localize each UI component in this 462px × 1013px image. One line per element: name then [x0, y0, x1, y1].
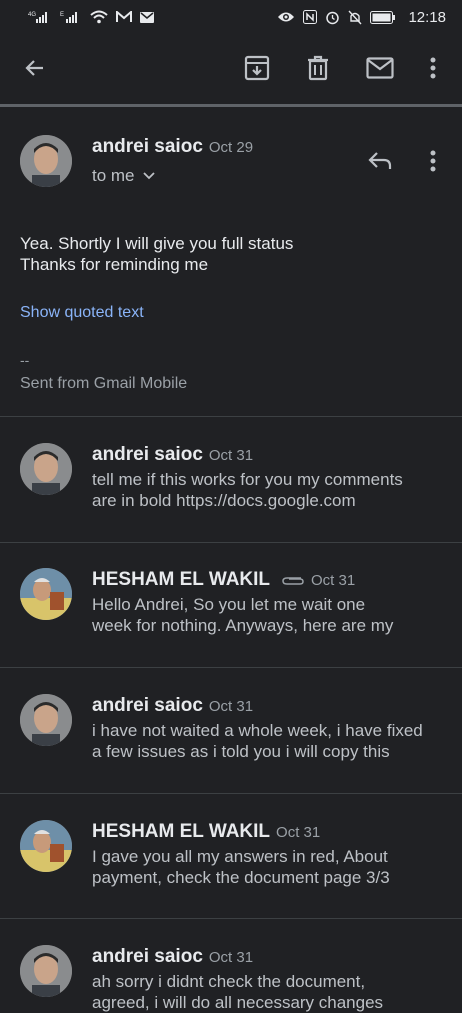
message-date: Oct 31: [276, 824, 321, 841]
divider: [0, 918, 462, 919]
back-button[interactable]: [15, 48, 55, 88]
avatar-photo-icon: [20, 694, 72, 746]
sender-name: andrei saioc: [92, 136, 203, 157]
snippet-line: Hello Andrei, So you let me wait one: [92, 595, 366, 614]
toolbar-divider: [0, 104, 462, 107]
attachment-icon: [282, 577, 304, 585]
message-date: Oct 29: [208, 139, 254, 156]
message-snippet[interactable]: i have not waited a whole week, i have f…: [92, 720, 442, 762]
avatar-photo-icon: [20, 568, 72, 620]
archive-button[interactable]: [237, 48, 277, 88]
back-arrow-icon: [25, 60, 43, 76]
sender-name: andrei saioc: [92, 946, 203, 967]
status-bar: 4G E 12:18: [0, 0, 462, 34]
recipient-details[interactable]: to me: [92, 166, 155, 186]
message-sender: andrei saioc Oct 31: [92, 444, 253, 466]
avatar[interactable]: [20, 568, 72, 620]
network-label-1: 4G: [28, 12, 36, 18]
signature-separator: --: [20, 352, 30, 368]
message-date: Oct 31: [208, 949, 254, 966]
message-sender: HESHAM EL WAKIL Oct 31: [92, 821, 320, 843]
alarm-icon: [325, 9, 340, 25]
divider: [0, 667, 462, 668]
more-vert-icon: [430, 150, 436, 172]
avatar-photo-icon: [20, 945, 72, 997]
message-sender: andrei saioc Oct 29: [92, 136, 253, 158]
avatar[interactable]: [20, 443, 72, 495]
avatar[interactable]: [20, 135, 72, 187]
message-sender: andrei saioc Oct 31: [92, 695, 253, 717]
snippet-line: are in bold https://docs.google.com: [92, 491, 356, 510]
snippet-line: I gave you all my answers in red, About: [92, 847, 388, 866]
message-snippet[interactable]: tell me if this works for you my comment…: [92, 469, 442, 511]
message-snippet[interactable]: Hello Andrei, So you let me wait one wee…: [92, 594, 442, 636]
nfc-icon: [303, 9, 318, 25]
status-right: 12:18: [277, 9, 446, 26]
gmail-icon: [116, 9, 132, 25]
avatar-photo-icon: [20, 820, 72, 872]
mark-unread-icon: [366, 57, 394, 79]
message-sender: HESHAM EL WAKIL Oct 31: [92, 569, 355, 591]
reply-button[interactable]: [360, 141, 400, 181]
sender-name: HESHAM EL WAKIL: [92, 821, 271, 842]
snippet-line: week for nothing. Anyways, here are my: [92, 616, 394, 635]
more-options-button[interactable]: [413, 48, 453, 88]
mute-icon: [348, 9, 362, 25]
eye-icon: [277, 9, 295, 25]
battery-icon: [370, 9, 396, 25]
message-date: Oct 31: [310, 572, 356, 589]
divider: [0, 542, 462, 543]
avatar-photo-icon: [20, 135, 72, 187]
mark-unread-button[interactable]: [360, 48, 400, 88]
snippet-line: payment, check the document page 3/3: [92, 868, 390, 887]
signal-icon: 4G: [28, 9, 52, 25]
status-left: 4G E: [28, 9, 154, 25]
delete-button[interactable]: [298, 48, 338, 88]
divider: [0, 416, 462, 417]
body-line: Yea. Shortly I will give you full status: [20, 234, 294, 253]
divider: [0, 793, 462, 794]
snippet-line: agreed, i will do all necessary changes: [92, 993, 384, 1012]
avatar[interactable]: [20, 694, 72, 746]
message-body: Yea. Shortly I will give you full status…: [20, 233, 293, 275]
recipient-label: to me: [92, 166, 135, 185]
archive-icon: [244, 55, 270, 81]
message-sender: andrei saioc Oct 31: [92, 946, 253, 968]
snippet-line: tell me if this works for you my comment…: [92, 470, 403, 489]
signature: Sent from Gmail Mobile: [20, 375, 188, 392]
message-snippet[interactable]: ah sorry i didnt check the document, agr…: [92, 971, 442, 1013]
message-snippet[interactable]: I gave you all my answers in red, About …: [92, 846, 442, 888]
avatar[interactable]: [20, 945, 72, 997]
more-vert-icon: [430, 57, 436, 79]
clock: 12:18: [408, 8, 446, 26]
mail-icon: [140, 9, 154, 25]
signal-icon: E: [60, 9, 82, 25]
wifi-icon: [90, 9, 108, 25]
reply-icon: [368, 152, 392, 169]
trash-icon: [308, 55, 328, 81]
message-date: Oct 31: [208, 698, 254, 715]
message-more-button[interactable]: [413, 141, 453, 181]
avatar-photo-icon: [20, 443, 72, 495]
snippet-line: i have not waited a whole week, i have f…: [92, 721, 423, 740]
sender-name: andrei saioc: [92, 444, 203, 465]
snippet-line: ah sorry i didnt check the document,: [92, 972, 366, 991]
message-date: Oct 31: [208, 447, 254, 464]
sender-name: andrei saioc: [92, 695, 203, 716]
show-quoted-text-link[interactable]: Show quoted text: [20, 304, 144, 322]
snippet-line: a few issues as i told you i will copy t…: [92, 742, 390, 761]
top-app-bar: [0, 34, 462, 100]
network-label-2: E: [60, 12, 64, 18]
avatar[interactable]: [20, 820, 72, 872]
chevron-down-icon: [142, 172, 155, 180]
sender-name: HESHAM EL WAKIL: [92, 569, 270, 590]
body-line: Thanks for reminding me: [20, 255, 209, 274]
